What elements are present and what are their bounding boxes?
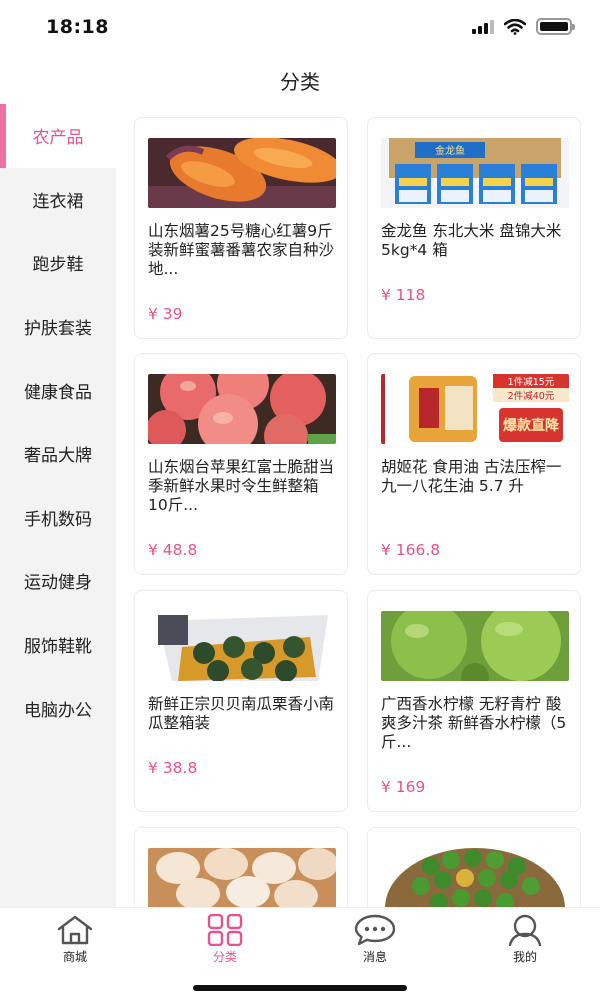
product-image-eggs xyxy=(148,848,336,907)
page-title: 分类 xyxy=(280,70,320,94)
promo-badge: 爆款直降 xyxy=(503,417,560,434)
product-card[interactable]: 金龙鱼 金龙鱼 东北大米 盘锦大米 5kg*4 箱 ¥ 118 xyxy=(367,117,581,339)
sidebar-item-label: 农产品 xyxy=(32,128,84,149)
tab-label: 我的 xyxy=(512,950,537,964)
sidebar-item-dresses[interactable]: 连衣裙 xyxy=(0,168,116,232)
sidebar-item-sports[interactable]: 运动健身 xyxy=(0,549,116,613)
product-card[interactable]: 山东烟薯25号糖心红薯9斤装新鲜蜜薯番薯农家自种沙地... ¥ 39 xyxy=(134,117,348,339)
product-card[interactable]: 山东烟台苹果红富士脆甜当季新鲜水果时令生鲜整箱10斤... ¥ 48.8 xyxy=(134,353,348,575)
product-image-kumquat-lime xyxy=(381,848,569,907)
product-image-oil: 1件减15元 2件减40元 爆款直降 xyxy=(381,374,569,444)
sidebar-item-label: 手机数码 xyxy=(24,509,92,530)
product-title: 金龙鱼 东北大米 盘锦大米 5kg*4 箱 xyxy=(381,222,562,259)
product-title: 山东烟台苹果红富士脆甜当季新鲜水果时令生鲜整箱10斤... xyxy=(148,458,335,514)
wifi-icon xyxy=(504,18,526,35)
sidebar-item-computer[interactable]: 电脑办公 xyxy=(0,676,116,740)
promo-line-2: 2件减40元 xyxy=(508,390,555,402)
sidebar-item-label: 电脑办公 xyxy=(24,700,92,721)
product-price: ¥ 166.8 xyxy=(381,541,441,559)
product-card[interactable]: 新鲜正宗贝贝南瓜栗香小南瓜整箱装 ¥ 38.8 xyxy=(134,590,348,812)
tab-label: 分类 xyxy=(212,950,237,964)
sidebar-item-digital[interactable]: 手机数码 xyxy=(0,486,116,550)
product-price: ¥ 38.8 xyxy=(148,759,198,777)
sidebar-item-skincare[interactable]: 护肤套装 xyxy=(0,295,116,359)
status-bar: 18:18 xyxy=(0,0,600,54)
status-icons xyxy=(472,18,575,35)
promo-line-1: 1件减15元 xyxy=(508,376,555,388)
rice-brand-text: 金龙鱼 xyxy=(435,144,465,157)
battery-icon xyxy=(536,18,575,35)
product-title: 胡姬花 食用油 古法压榨一九一八花生油 5.7 升 xyxy=(381,458,562,495)
sidebar-item-label: 服饰鞋靴 xyxy=(24,637,92,658)
sidebar-item-label: 健康食品 xyxy=(24,382,92,403)
signal-icon xyxy=(472,19,494,34)
home-indicator xyxy=(193,985,407,991)
product-title: 新鲜正宗贝贝南瓜栗香小南瓜整箱装 xyxy=(148,695,335,732)
sidebar-item-luxury[interactable]: 奢品大牌 xyxy=(0,422,116,486)
product-image-pumpkin xyxy=(148,611,336,681)
product-price: ¥ 169 xyxy=(381,778,426,796)
product-image-sweet-potato xyxy=(148,138,336,208)
product-card[interactable] xyxy=(134,827,348,907)
product-image-apple xyxy=(148,374,336,444)
sidebar-item-health-food[interactable]: 健康食品 xyxy=(0,358,116,422)
tab-profile[interactable]: 我的 xyxy=(475,914,575,965)
grid-icon xyxy=(207,914,243,946)
sidebar-item-label: 连衣裙 xyxy=(32,191,84,212)
sidebar-item-label: 奢品大牌 xyxy=(24,446,92,467)
sidebar-item-label: 跑步鞋 xyxy=(32,255,84,276)
tab-category[interactable]: 分类 xyxy=(175,914,275,965)
bottom-tab-bar: 商城 分类 消息 我的 xyxy=(0,907,600,1000)
tab-label: 消息 xyxy=(362,950,387,964)
tab-label: 商城 xyxy=(62,950,87,964)
product-price: ¥ 39 xyxy=(148,305,183,323)
product-card[interactable]: 广西香水柠檬 无籽青柠 酸爽多汁茶 新鲜香水柠檬（5斤... ¥ 169 xyxy=(367,590,581,812)
product-card[interactable] xyxy=(367,827,581,907)
sidebar-item-apparel[interactable]: 服饰鞋靴 xyxy=(0,613,116,677)
product-price: ¥ 48.8 xyxy=(148,541,198,559)
product-grid: 山东烟薯25号糖心红薯9斤装新鲜蜜薯番薯农家自种沙地... ¥ 39 金龙鱼 金… xyxy=(134,117,582,907)
sidebar-item-running-shoes[interactable]: 跑步鞋 xyxy=(0,231,116,295)
product-card[interactable]: 1件减15元 2件减40元 爆款直降 胡姬花 食用油 古法压榨一九一八花生油 5… xyxy=(367,353,581,575)
product-image-lime xyxy=(381,611,569,681)
product-image-rice: 金龙鱼 xyxy=(381,138,569,208)
sidebar-item-agricultural[interactable]: 农产品 xyxy=(0,104,116,168)
category-sidebar: 农产品 连衣裙 跑步鞋 护肤套装 健康食品 奢品大牌 手机数码 运动健身 服饰鞋… xyxy=(0,104,116,907)
user-icon xyxy=(508,914,542,946)
home-icon xyxy=(57,915,93,945)
tab-mall[interactable]: 商城 xyxy=(25,914,125,965)
status-time: 18:18 xyxy=(46,16,109,38)
sidebar-item-label: 运动健身 xyxy=(24,573,92,594)
sidebar-item-label: 护肤套装 xyxy=(24,319,92,340)
product-title: 广西香水柠檬 无籽青柠 酸爽多汁茶 新鲜香水柠檬（5斤... xyxy=(381,695,567,751)
tab-messages[interactable]: 消息 xyxy=(325,914,425,965)
chat-icon xyxy=(354,914,396,946)
product-title: 山东烟薯25号糖心红薯9斤装新鲜蜜薯番薯农家自种沙地... xyxy=(148,222,335,278)
product-price: ¥ 118 xyxy=(381,286,426,304)
